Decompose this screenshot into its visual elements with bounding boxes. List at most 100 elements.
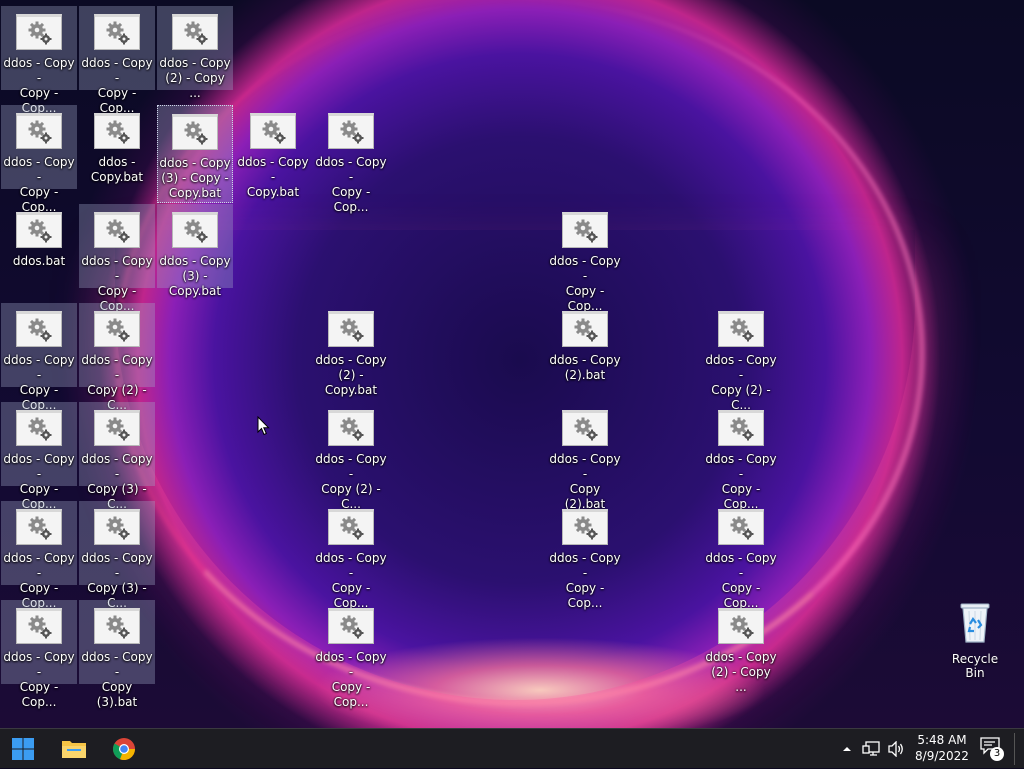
- desktop-icon-label: ddos - Copy.bat: [90, 155, 144, 184]
- desktop[interactable]: ddos - Copy - Copy - Cop... ddos - Copy …: [0, 0, 1024, 728]
- desktop-icon-bat[interactable]: ddos - Copy - Copy (2) - C...: [703, 303, 779, 412]
- batch-file-icon: [328, 608, 374, 644]
- desktop-icon-bat[interactable]: ddos - Copy - Copy - Cop...: [79, 204, 155, 313]
- chrome-icon: [112, 738, 136, 761]
- desktop-icon-bat[interactable]: ddos - Copy (2) - Copy.bat: [313, 303, 389, 397]
- desktop-icon-bat[interactable]: ddos - Copy - Copy (2) - C...: [79, 303, 155, 412]
- batch-file-icon: [16, 410, 62, 446]
- batch-file-icon: [562, 410, 608, 446]
- batch-file-icon: [172, 14, 218, 50]
- recycle-bin[interactable]: Recycle Bin: [942, 600, 1008, 680]
- batch-file-icon: [94, 212, 140, 248]
- batch-file-icon: [562, 509, 608, 545]
- desktop-icon-bat[interactable]: ddos - Copy - Copy (3) - C...: [79, 402, 155, 511]
- desktop-icon-label: ddos - Copy (2) - Copy.bat: [315, 353, 387, 397]
- desktop-icon-label: ddos - Copy (2) - Copy ...: [705, 650, 777, 694]
- desktop-icon-bat[interactable]: ddos - Copy - Copy (2) - C...: [313, 402, 389, 511]
- batch-file-icon: [562, 212, 608, 248]
- desktop-icon-bat[interactable]: ddos - Copy - Copy - Cop...: [1, 600, 77, 709]
- batch-file-icon: [94, 608, 140, 644]
- batch-file-icon: [16, 212, 62, 248]
- clock-date: 8/9/2022: [915, 749, 969, 763]
- batch-file-icon: [718, 410, 764, 446]
- desktop-icon-bat[interactable]: ddos - Copy (3) - Copy - Copy.bat: [157, 105, 233, 203]
- file-explorer-button[interactable]: [56, 732, 92, 766]
- desktop-icon-bat[interactable]: ddos - Copy - Copy - Cop...: [547, 501, 623, 610]
- volume-icon: [888, 741, 903, 757]
- desktop-icon-bat[interactable]: ddos - Copy (2) - Copy ...: [157, 6, 233, 100]
- batch-file-icon: [94, 14, 140, 50]
- batch-file-icon: [328, 113, 374, 149]
- batch-file-icon: [94, 311, 140, 347]
- wallpaper-glow: [115, 230, 915, 700]
- batch-file-icon: [718, 608, 764, 644]
- desktop-icon-label: ddos - Copy - Copy - Cop...: [315, 155, 387, 214]
- recycle-bin-label: Recycle Bin: [951, 652, 999, 680]
- desktop-icon-bat[interactable]: ddos - Copy - Copy (3).bat: [79, 600, 155, 709]
- desktop-icon-bat[interactable]: ddos - Copy - Copy - Cop...: [1, 105, 77, 214]
- desktop-icon-bat[interactable]: ddos - Copy.bat: [79, 105, 155, 189]
- batch-file-icon: [250, 113, 296, 149]
- desktop-icon-bat[interactable]: ddos - Copy - Copy - Cop...: [313, 501, 389, 610]
- batch-file-icon: [328, 410, 374, 446]
- desktop-icon-label: ddos - Copy (3) - Copy - Copy.bat: [159, 156, 231, 200]
- desktop-icon-bat[interactable]: ddos - Copy - Copy - Cop...: [313, 600, 389, 709]
- taskbar: 5:48 AM 8/9/2022 3: [0, 728, 1024, 768]
- notification-count-badge: 3: [990, 747, 1004, 761]
- desktop-icon-bat[interactable]: ddos - Copy - Copy - Cop...: [1, 303, 77, 412]
- batch-file-icon: [328, 509, 374, 545]
- network-icon: [862, 741, 880, 756]
- recycle-bin-icon: [957, 600, 993, 644]
- desktop-icon-bat[interactable]: ddos - Copy - Copy - Cop...: [547, 204, 623, 313]
- desktop-icon-bat[interactable]: ddos - Copy - Copy (3) - C...: [79, 501, 155, 610]
- folder-icon: [62, 741, 86, 758]
- batch-file-icon: [16, 14, 62, 50]
- batch-file-icon: [562, 311, 608, 347]
- desktop-icon-bat[interactable]: ddos - Copy - Copy - Cop...: [79, 6, 155, 115]
- notification-center-button[interactable]: 3: [980, 737, 1008, 763]
- batch-file-icon: [172, 212, 218, 248]
- desktop-icon-bat[interactable]: ddos - Copy - Copy - Cop...: [703, 501, 779, 610]
- show-desktop-button[interactable]: [1014, 733, 1023, 765]
- network-button[interactable]: [862, 729, 880, 769]
- desktop-icon-bat[interactable]: ddos - Copy - Copy - Cop...: [703, 402, 779, 511]
- desktop-icon-label: ddos - Copy (3) - Copy.bat: [159, 254, 231, 298]
- desktop-icon-label: ddos - Copy - Copy - Cop...: [3, 650, 75, 709]
- desktop-icon-bat[interactable]: ddos.bat: [1, 204, 77, 288]
- batch-file-icon: [16, 311, 62, 347]
- desktop-icon-bat[interactable]: ddos - Copy - Copy - Cop...: [1, 501, 77, 610]
- desktop-icon-bat[interactable]: ddos - Copy (3) - Copy.bat: [157, 204, 233, 298]
- desktop-icon-label: ddos - Copy - Copy - Cop...: [315, 650, 387, 709]
- mouse-cursor-icon: [257, 415, 271, 440]
- chevron-up-icon: [843, 747, 851, 751]
- batch-file-icon: [16, 113, 62, 149]
- desktop-icon-label: ddos.bat: [12, 254, 66, 268]
- batch-file-icon: [718, 509, 764, 545]
- chrome-button[interactable]: [106, 732, 142, 766]
- desktop-icon-bat[interactable]: ddos - Copy - Copy.bat: [235, 105, 311, 199]
- clock-time: 5:48 AM: [917, 733, 967, 747]
- desktop-icon-label: ddos - Copy - Copy.bat: [237, 155, 309, 199]
- desktop-icon-bat[interactable]: ddos - Copy (2) - Copy ...: [703, 600, 779, 694]
- tray-overflow-button[interactable]: [842, 729, 852, 769]
- desktop-icon-label: ddos - Copy - Copy (3).bat: [81, 650, 153, 709]
- batch-file-icon: [718, 311, 764, 347]
- taskbar-clock[interactable]: 5:48 AM 8/9/2022: [912, 732, 972, 764]
- desktop-icon-label: ddos - Copy - Copy - Cop...: [549, 551, 621, 610]
- desktop-icon-bat[interactable]: ddos - Copy - Copy - Cop...: [1, 402, 77, 511]
- batch-file-icon: [328, 311, 374, 347]
- desktop-icon-bat[interactable]: ddos - Copy (2).bat: [547, 303, 623, 387]
- windows-logo-icon: [12, 738, 34, 760]
- desktop-icon-label: ddos - Copy (2) - Copy ...: [159, 56, 231, 100]
- batch-file-icon: [16, 608, 62, 644]
- desktop-icon-label: ddos - Copy (2).bat: [549, 353, 621, 382]
- batch-file-icon: [94, 113, 140, 149]
- desktop-icon-bat[interactable]: ddos - Copy - Copy - Cop...: [313, 105, 389, 214]
- volume-button[interactable]: [887, 729, 905, 769]
- batch-file-icon: [172, 114, 218, 150]
- batch-file-icon: [94, 509, 140, 545]
- desktop-icon-bat[interactable]: ddos - Copy - Copy - Cop...: [1, 6, 77, 115]
- start-button[interactable]: [5, 732, 41, 766]
- batch-file-icon: [94, 410, 140, 446]
- desktop-icon-bat[interactable]: ddos - Copy - Copy (2).bat: [547, 402, 623, 511]
